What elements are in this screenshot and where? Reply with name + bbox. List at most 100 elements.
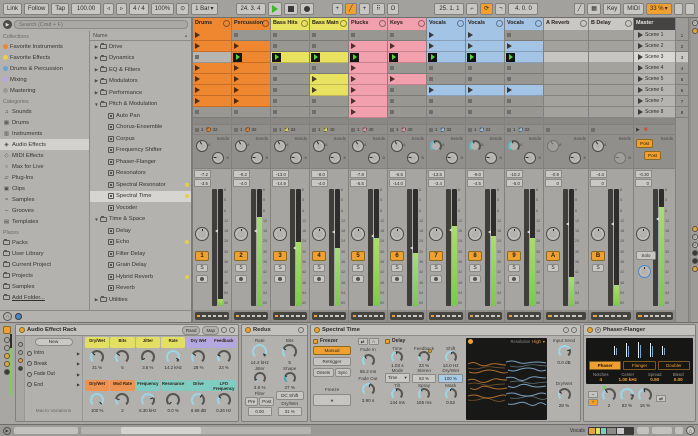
clip-slot[interactable]	[232, 41, 270, 52]
macro-name[interactable]: Jitter	[135, 337, 160, 348]
rate-value[interactable]: 14.2 kHz	[251, 360, 269, 365]
clip-slot-empty[interactable]	[505, 107, 543, 118]
solo-button[interactable]: S	[352, 264, 364, 272]
clip-slot-empty[interactable]	[271, 30, 309, 41]
pan-knob[interactable]	[468, 227, 482, 241]
clip-slot[interactable]	[310, 85, 348, 96]
macro-value[interactable]: 2	[121, 408, 123, 413]
track-activator-button[interactable]: 7	[429, 251, 443, 261]
solo-button[interactable]: S	[430, 264, 442, 272]
track-header[interactable]: Drums	[193, 18, 231, 30]
volume-fader[interactable]	[329, 189, 337, 306]
clip-slot-empty[interactable]	[271, 74, 309, 85]
clip-slot[interactable]	[349, 85, 387, 96]
sidebar-item-category[interactable]: ≈ Samples	[0, 194, 89, 205]
track-header[interactable]: Master	[634, 18, 675, 30]
tree-item[interactable]: ▶ Dynamics	[90, 53, 191, 65]
notification-bell-icon[interactable]: △	[686, 426, 695, 435]
peak-level-box[interactable]: -13.0	[272, 170, 289, 178]
clip-slot[interactable]	[349, 96, 387, 107]
scene-launch-slot[interactable]: Scene 1	[634, 30, 675, 41]
track-header[interactable]: Vocals	[505, 18, 543, 30]
clip-slot[interactable]	[232, 85, 270, 96]
tree-item[interactable]: Vocoder	[90, 202, 191, 214]
solo-button[interactable]: S	[196, 264, 208, 272]
return-clip-slot[interactable]	[589, 30, 633, 41]
clip-slot-playing[interactable]	[388, 52, 426, 63]
clip-slot-empty[interactable]	[388, 85, 426, 96]
send-b-knob[interactable]	[407, 152, 419, 164]
arm-record-button[interactable]	[313, 275, 325, 283]
track-header[interactable]: A Reverb	[544, 18, 588, 30]
tree-item[interactable]: Reverb	[90, 283, 191, 295]
pan-knob[interactable]	[195, 227, 209, 241]
bits-knob[interactable]	[282, 344, 298, 359]
macro-value[interactable]: 5	[121, 365, 123, 370]
solo-button[interactable]: S	[547, 264, 559, 272]
return-clip-slot[interactable]	[589, 41, 633, 52]
macro-name[interactable]: Drive	[186, 379, 211, 391]
sync-toggle-icon[interactable]: ⇄	[656, 394, 666, 402]
clip-slot[interactable]	[193, 74, 231, 85]
sidebar-item-category[interactable]: ○ Max for Live	[0, 161, 89, 172]
mode-tab-doubler[interactable]: Doubler	[657, 361, 690, 370]
macro-name[interactable]: Bits	[110, 337, 135, 348]
rate-knob[interactable]	[252, 344, 268, 359]
clip-slot-empty[interactable]	[349, 30, 387, 41]
center-value[interactable]: 1.00 kHz	[612, 377, 643, 382]
return-clip-slot[interactable]	[589, 63, 633, 74]
clip-slot[interactable]	[193, 41, 231, 52]
arm-record-button[interactable]	[274, 275, 286, 283]
punch-out-button[interactable]: ¬	[494, 2, 507, 15]
tree-item[interactable]: ▶ EQ & Filters	[90, 64, 191, 76]
macro-value[interactable]: 0.0 %	[168, 408, 179, 413]
resolution-value[interactable]: High	[532, 339, 541, 344]
track-header[interactable]: Bass Hits	[271, 18, 309, 30]
pan-knob[interactable]	[429, 227, 443, 241]
name-column-header[interactable]: Name	[93, 33, 108, 39]
stereo-value[interactable]: 53 %	[411, 373, 437, 383]
show-devices-icon[interactable]	[17, 366, 23, 371]
solo-button[interactable]: S	[274, 264, 286, 272]
blend-value[interactable]: 0.00	[667, 377, 690, 382]
macro-knob[interactable]	[166, 392, 181, 407]
peak-level-box[interactable]: -8.0	[311, 170, 328, 178]
clip-slot-empty[interactable]	[505, 30, 543, 41]
fade-out-knob[interactable]	[361, 383, 375, 396]
macro-knob[interactable]	[216, 350, 231, 364]
pan-knob[interactable]	[312, 227, 326, 241]
clip-slot-empty[interactable]	[427, 63, 465, 74]
solo-button[interactable]: S	[391, 264, 403, 272]
peak-level-box[interactable]: -0.9	[545, 170, 562, 178]
track-header[interactable]: Keys	[388, 18, 426, 30]
sidebar-item-category[interactable]: ◇ MIDI Effects	[0, 150, 89, 161]
macro-name[interactable]: Resonance	[161, 379, 186, 391]
arm-record-button[interactable]	[196, 275, 208, 283]
return-clip-slot[interactable]	[589, 52, 633, 63]
device-view-toggle-icon[interactable]: ▶	[3, 426, 11, 435]
mode-dropdown[interactable]: Time ▾	[385, 373, 410, 383]
clip-slot-playing[interactable]	[349, 52, 387, 63]
launch-variation-icon[interactable]: ▶	[77, 351, 80, 356]
sidebar-item-collection[interactable]: Mastering	[0, 85, 89, 96]
track-activator-button[interactable]: 1	[195, 251, 209, 261]
clip-stop-icon[interactable]	[507, 127, 511, 132]
play-button[interactable]	[267, 1, 282, 16]
monitor-toggle-icon[interactable]	[691, 266, 698, 272]
send-a-knob[interactable]	[391, 140, 403, 152]
tilt-knob[interactable]	[391, 388, 404, 400]
amount-value[interactable]: 83 %	[622, 403, 632, 408]
filter-pre-button[interactable]: Pre	[245, 397, 259, 406]
clip-slot[interactable]	[388, 74, 426, 85]
macro-value[interactable]: 100 %	[91, 408, 103, 413]
pan-knob[interactable]	[546, 227, 560, 241]
clip-slot-empty[interactable]	[466, 96, 504, 107]
arm-record-button[interactable]	[235, 275, 247, 283]
macro-name[interactable]: Dry Wet	[186, 337, 211, 348]
send-b-knob[interactable]	[485, 152, 497, 164]
clip-slot-empty[interactable]	[427, 107, 465, 118]
macro-knob[interactable]	[90, 350, 105, 364]
clip-slot-empty[interactable]	[271, 96, 309, 107]
automation-arm-button[interactable]: O	[386, 2, 400, 15]
solo-button[interactable]: S	[469, 264, 481, 272]
